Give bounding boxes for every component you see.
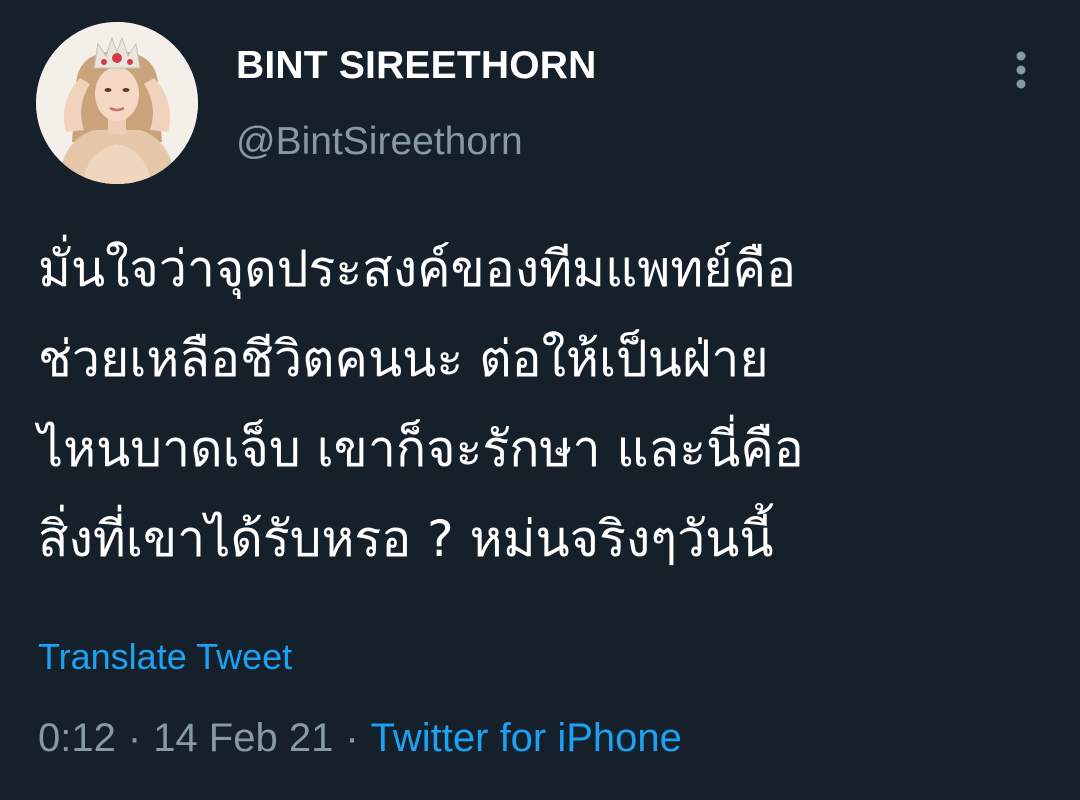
tweet-detail: BINT SIREETHORN @BintSireethorn มั่นใจว่…: [0, 0, 1080, 800]
tweet-text-line: มั่นใจว่าจุดประสงค์ของทีมแพทย์คือ: [38, 240, 797, 298]
more-vertical-icon: [1016, 51, 1026, 89]
translate-tweet-link[interactable]: Translate Tweet: [38, 636, 292, 678]
tweet-metadata: 0:12 · 14 Feb 21 · Twitter for iPhone: [38, 716, 682, 761]
tweet-text-line: สิ่งที่เขาได้รับหรอ ? หม่นจริงๆวันนี้: [38, 510, 774, 568]
tweet-text: มั่นใจว่าจุดประสงค์ของทีมแพทย์คือ ช่วยเห…: [38, 224, 1048, 584]
display-name[interactable]: BINT SIREETHORN: [236, 44, 597, 88]
profile-photo: [36, 22, 198, 184]
separator: ·: [345, 716, 359, 760]
tweet-time: 0:12: [38, 716, 116, 760]
tweet-text-line: ช่วยเหลือชีวิตคนนะ ต่อให้เป็นฝ่าย: [38, 330, 769, 388]
tweet-text-line: ไหนบาดเจ็บ เขาก็จะรักษา และนี่คือ: [38, 420, 804, 478]
avatar[interactable]: [36, 22, 198, 184]
username-handle[interactable]: @BintSireethorn: [236, 120, 523, 164]
tweet-date: 14 Feb 21: [153, 716, 334, 760]
tweet-source-link[interactable]: Twitter for iPhone: [371, 716, 682, 760]
more-options-button[interactable]: [1004, 44, 1038, 96]
separator: ·: [127, 716, 142, 760]
